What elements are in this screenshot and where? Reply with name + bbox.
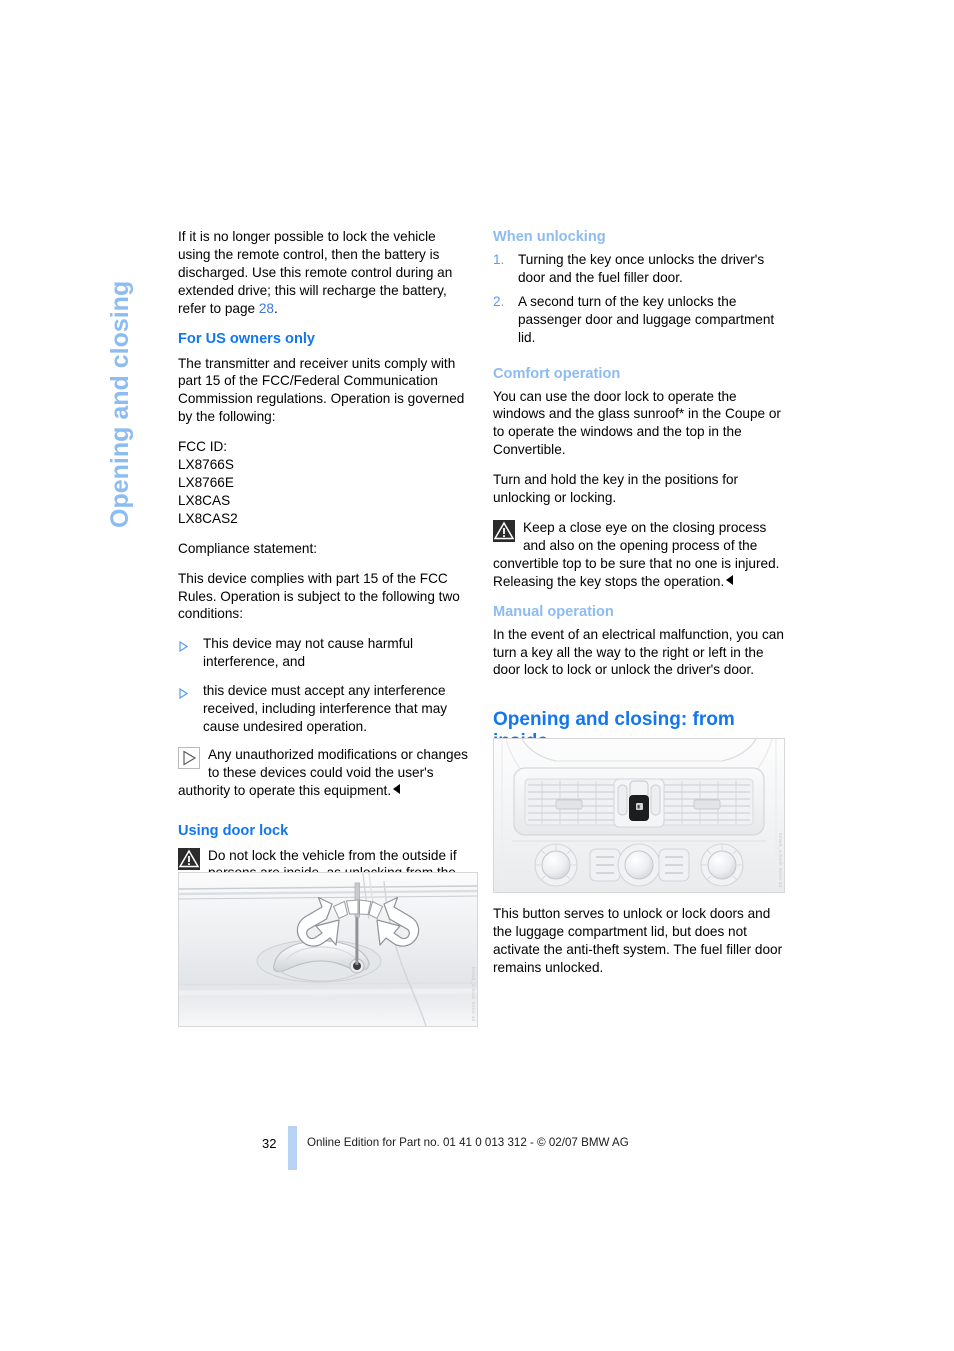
when-unlocking-list: 1. Turning the key once unlocks the driv… [493, 251, 785, 347]
triangle-bullet-icon [179, 686, 189, 700]
list-item: this device must accept any interference… [178, 682, 470, 736]
right-column-caption-block: This button serves to unlock or lock doo… [493, 905, 785, 989]
end-of-warning-marker [726, 574, 734, 585]
intro-paragraph-text: If it is no longer possible to lock the … [178, 229, 453, 316]
list-item-label: this device must accept any interference… [203, 683, 448, 734]
fcc-line: LX8766E [178, 474, 234, 490]
note-text: Any unauthorized modifications or change… [178, 746, 468, 798]
warning-triangle-icon [178, 847, 200, 870]
figure-center-console: bmw5_o.book Seite 32 [493, 738, 785, 893]
list-item: 2. A second turn of the key unlocks the … [493, 293, 785, 347]
list-number: 2. [493, 293, 505, 309]
triangle-bullet-icon [179, 639, 189, 653]
end-of-note-marker [393, 783, 401, 794]
page-number: 32 [262, 1136, 277, 1151]
figure-door-handle: bmw5_o.book Seite 32 [178, 872, 478, 1027]
heading-when-unlocking: When unlocking [493, 229, 606, 245]
list-item: This device may not cause harmful interf… [178, 635, 470, 671]
compliance-statement-label: Compliance statement: [178, 540, 318, 556]
heading-for-us-owners-only: For US owners only [178, 330, 316, 347]
comfort-operation-paragraph-2: Turn and hold the key in the positions f… [493, 472, 739, 506]
comfort-operation-warning: Keep a close eye on the closing process … [493, 519, 785, 591]
warning-triangle-icon [493, 519, 515, 542]
right-column: When unlocking 1. Turning the key once u… [493, 228, 785, 766]
left-column: If it is no longer possible to lock the … [178, 228, 470, 930]
chapter-side-tab: Opening and closing [106, 280, 134, 528]
manual-operation-paragraph: In the event of an electrical malfunctio… [493, 626, 784, 678]
us-owners-paragraph: The transmitter and receiver units compl… [178, 355, 465, 425]
unauthorized-modifications-note: Any unauthorized modifications or change… [178, 746, 470, 800]
fcc-line: FCC ID: [178, 439, 228, 455]
fcc-line: LX8CAS2 [178, 510, 238, 526]
intro-paragraph-period: . [273, 300, 278, 316]
list-item: 1. Turning the key once unlocks the driv… [493, 251, 785, 287]
list-item-label: This device may not cause harmful interf… [203, 636, 414, 670]
footer-edition-text: Online Edition for Part no. 01 41 0 013 … [307, 1136, 629, 1149]
heading-comfort-operation: Comfort operation [493, 365, 621, 382]
list-item-label: A second turn of the key unlocks the pas… [518, 293, 775, 345]
comfort-operation-paragraph-1: You can use the door lock to operate the… [493, 388, 785, 460]
heading-using-door-lock: Using door lock [178, 822, 289, 839]
figure-credit: bmw5_o.book Seite 32 [471, 967, 476, 1022]
console-figure-caption: This button serves to unlock or lock doo… [493, 906, 783, 975]
note-triangle-icon [178, 746, 200, 769]
fcc-id-list: FCC ID: LX8766S LX8766E LX8CAS LX8CAS2 [178, 438, 470, 528]
door-handle-key-illustration [179, 873, 477, 1026]
list-number: 1. [493, 252, 505, 267]
fcc-conditions-list: This device may not cause harmful interf… [178, 635, 470, 736]
page-reference-link[interactable]: 28 [259, 301, 274, 316]
fcc-line: LX8766S [178, 457, 234, 473]
footer-accent-bar [288, 1126, 297, 1170]
warning-text: Keep a close eye on the closing process … [493, 519, 780, 589]
intro-paragraph: If it is no longer possible to lock the … [178, 228, 470, 318]
fcc-line: LX8CAS [178, 492, 231, 508]
heading-manual-operation: Manual operation [493, 603, 614, 620]
figure-credit: bmw5_o.book Seite 32 [778, 833, 783, 888]
list-item-label: Turning the key once unlocks the driver'… [518, 252, 765, 285]
compliance-statement-text: This device complies with part 15 of the… [178, 570, 460, 622]
center-console-lock-button-illustration [494, 739, 784, 892]
